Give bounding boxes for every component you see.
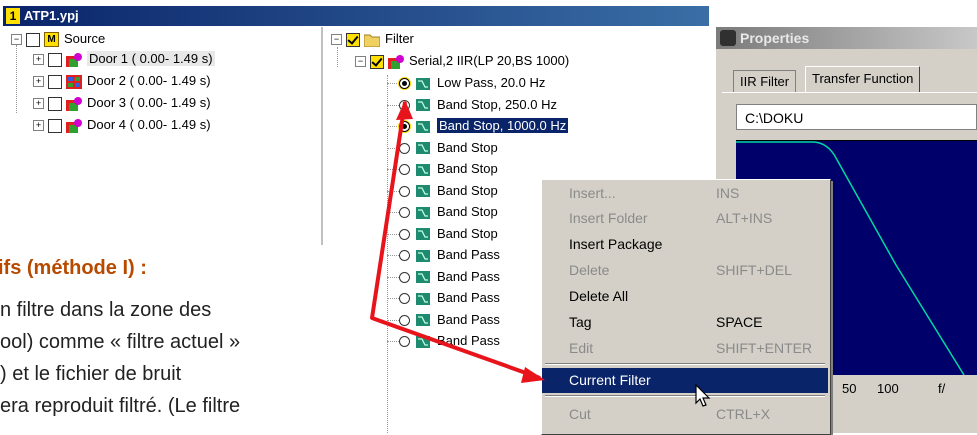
mouse-cursor-icon: [695, 384, 711, 407]
application-window: 1 ATP1.ypj − M Source + Door 1 ( 0.00- 1.49 …: [0, 0, 977, 435]
annotation-arrow: [370, 100, 545, 383]
